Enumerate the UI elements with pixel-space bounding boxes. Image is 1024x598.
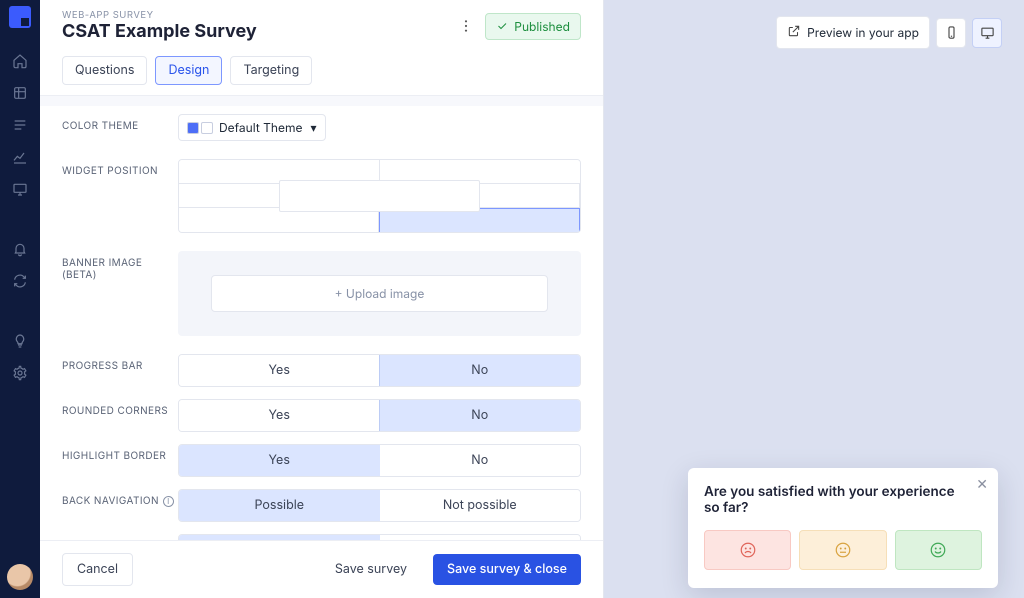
home-icon[interactable] — [11, 52, 29, 70]
save-close-button[interactable]: Save survey & close — [433, 554, 581, 585]
rounded-corners-no[interactable]: No — [379, 399, 582, 432]
survey-title: CSAT Example Survey — [62, 21, 257, 42]
idea-icon[interactable] — [11, 332, 29, 350]
frown-icon — [739, 541, 757, 559]
upload-image-button[interactable]: + Upload image — [211, 275, 548, 312]
tabs: Questions Design Targeting — [40, 42, 603, 96]
chevron-down-icon: ▾ — [310, 120, 316, 135]
progress-bar-no[interactable]: No — [379, 354, 582, 387]
app-logo[interactable] — [9, 6, 31, 28]
rounded-corners-yes[interactable]: Yes — [179, 400, 380, 431]
refresh-icon[interactable] — [11, 272, 29, 290]
back-nav-yes[interactable]: Possible — [178, 489, 381, 522]
pos-center[interactable] — [279, 180, 480, 212]
tab-targeting[interactable]: Targeting — [230, 56, 312, 85]
highlight-border-label: HIGHLIGHT BORDER — [62, 444, 178, 462]
highlight-border-no[interactable]: No — [380, 445, 581, 476]
tab-questions[interactable]: Questions — [62, 56, 147, 85]
widget-position-label: WIDGET POSITION — [62, 159, 178, 177]
survey-question: Are you satisfied with your experience s… — [704, 484, 982, 516]
external-link-icon — [787, 24, 801, 41]
rounded-corners-toggle: Yes No — [178, 399, 581, 432]
back-nav-label: BACK NAVIGATIONi — [62, 489, 178, 507]
smile-icon — [929, 541, 947, 559]
tab-design[interactable]: Design — [155, 56, 222, 85]
left-nav — [0, 0, 40, 598]
close-icon[interactable]: ✕ — [976, 476, 988, 493]
analytics-icon[interactable] — [11, 148, 29, 166]
bell-icon[interactable] — [11, 240, 29, 258]
footer: Cancel Save survey Save survey & close — [40, 540, 603, 598]
survey-super: WEB-APP SURVEY — [62, 10, 257, 21]
editor-panel: WEB-APP SURVEY CSAT Example Survey Publi… — [40, 0, 604, 598]
preview-controls: Preview in your app — [776, 16, 1002, 49]
rating-neutral[interactable] — [799, 530, 886, 570]
device-mobile-button[interactable] — [936, 18, 966, 48]
back-nav-toggle: Possible Not possible — [178, 489, 581, 522]
avatar[interactable] — [7, 564, 33, 590]
cancel-button[interactable]: Cancel — [62, 553, 133, 586]
info-icon[interactable]: i — [163, 496, 174, 507]
rating-unhappy[interactable] — [704, 530, 791, 570]
status-badge: Published — [485, 13, 581, 40]
preview-in-app-button[interactable]: Preview in your app — [776, 16, 930, 49]
banner-image-label: BANNER IMAGE (BETA) — [62, 251, 178, 281]
plus-icon: + — [335, 286, 343, 301]
highlight-border-toggle: Yes No — [178, 444, 581, 477]
back-nav-no[interactable]: Not possible — [380, 490, 581, 521]
meh-icon — [834, 541, 852, 559]
color-theme-label: COLOR THEME — [62, 114, 178, 132]
list-icon[interactable] — [11, 116, 29, 134]
banner-upload-area: + Upload image — [178, 251, 581, 336]
widget-position-grid — [178, 159, 581, 233]
present-icon[interactable] — [11, 180, 29, 198]
settings-icon[interactable] — [11, 364, 29, 382]
rounded-corners-label: ROUNDED CORNERS — [62, 399, 178, 417]
survey-preview-widget: ✕ Are you satisfied with your experience… — [688, 468, 998, 588]
rating-happy[interactable] — [895, 530, 982, 570]
more-menu-icon[interactable] — [457, 17, 475, 35]
check-icon — [496, 20, 508, 32]
design-form: COLOR THEME Default Theme ▾ WIDGET POSIT… — [40, 96, 603, 540]
device-desktop-button[interactable] — [972, 18, 1002, 48]
highlight-border-yes[interactable]: Yes — [178, 444, 381, 477]
preview-pane: Preview in your app ✕ Are you satisfied … — [604, 0, 1024, 598]
swatch-icon — [187, 122, 213, 134]
save-button[interactable]: Save survey — [321, 554, 421, 585]
progress-bar-label: PROGRESS BAR — [62, 354, 178, 372]
rating-options — [704, 530, 982, 570]
color-theme-select[interactable]: Default Theme ▾ — [178, 114, 326, 141]
progress-bar-yes[interactable]: Yes — [179, 355, 380, 386]
progress-bar-toggle: Yes No — [178, 354, 581, 387]
surveys-icon[interactable] — [11, 84, 29, 102]
